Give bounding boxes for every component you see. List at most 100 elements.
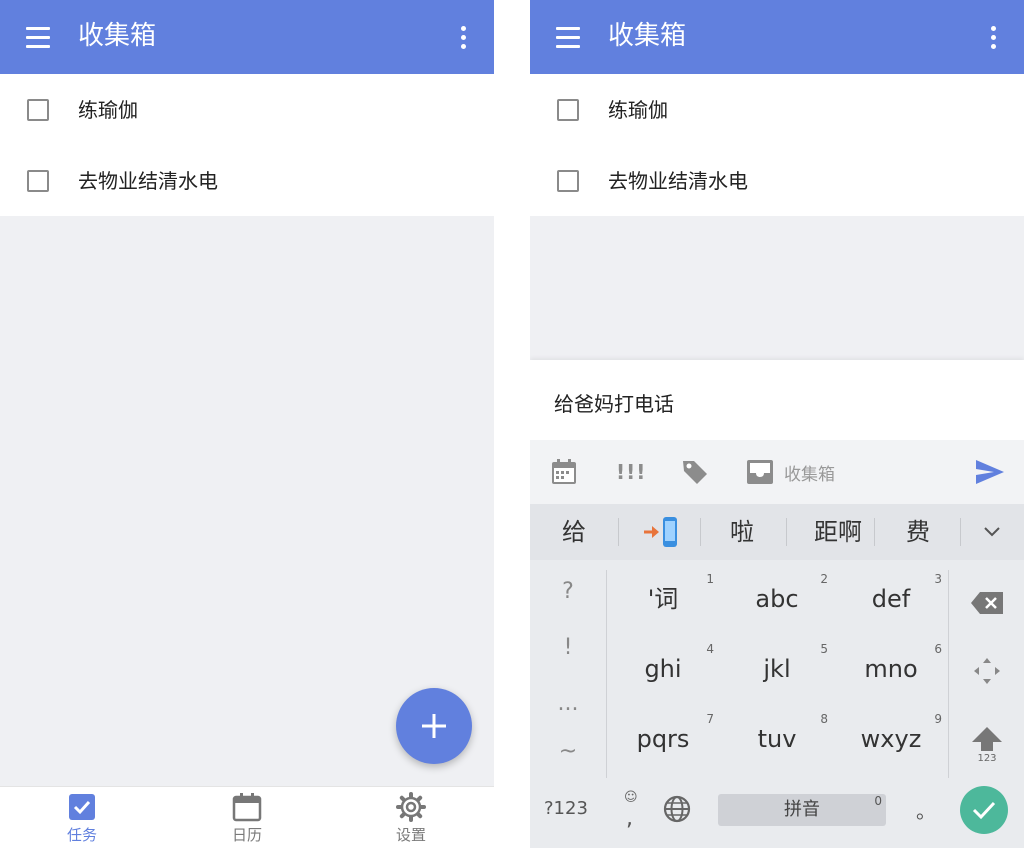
task-label: 练瑜伽 [78,98,138,122]
period-key[interactable]: 。 [914,794,938,828]
hamburger-menu-icon[interactable] [550,20,586,54]
keyboard-bottom-row: ?123 ☺ , 拼音 0 。 [530,780,1024,848]
task-row[interactable]: 去物业结清水电 [530,145,1024,216]
backspace-key[interactable] [950,570,1024,636]
key-number: 2 [820,572,828,586]
right-screen: 收集箱 练瑜伽 去物业结清水电 !!! [530,0,1024,848]
space-key[interactable]: 拼音 0 [718,794,886,826]
task-list: 练瑜伽 去物业结清水电 [0,74,494,216]
column-divider [948,570,949,778]
send-button[interactable] [974,456,1006,488]
confirm-key[interactable] [960,786,1008,834]
key-label: ghi [644,655,682,683]
shift-arrow-icon [972,727,1002,751]
key-label: '词 [647,585,679,613]
chevron-down-icon[interactable] [974,514,1010,550]
composer-toolbar: !!! 收集箱 [530,440,1024,504]
key-number: 5 [820,642,828,656]
key-label: abc [755,585,799,613]
globe-icon[interactable] [662,794,696,828]
shift-key[interactable]: 123 [950,712,1024,778]
nav-label: 任务 [66,826,97,844]
app-bar: 收集箱 [530,0,1024,74]
comma-label: , [626,806,633,831]
symbols-mode-key[interactable]: ?123 [544,798,588,819]
task-checkbox[interactable] [27,99,49,121]
key-number: 4 [706,642,714,656]
left-screen: 收集箱 练瑜伽 去物业结清水电 任务 日历 设置 [0,0,494,848]
key-3[interactable]: def 3 [836,568,946,632]
nav-item-calendar[interactable]: 日历 [187,791,307,847]
key-number: 7 [706,712,714,726]
key-number: 3 [934,572,942,586]
add-task-button[interactable] [396,688,472,764]
candidate-divider [700,518,701,546]
key-7[interactable]: pqrs 7 [608,708,718,772]
candidate-divider [960,518,961,546]
key-label: wxyz [860,725,922,753]
key-9[interactable]: wxyz 9 [836,708,946,772]
symbol-key[interactable]: ~ [530,726,606,778]
column-divider [606,570,607,778]
key-8[interactable]: tuv 8 [722,708,832,772]
key-2[interactable]: abc 2 [722,568,832,632]
symbol-key[interactable]: ... [530,678,606,730]
check-icon [972,801,996,820]
task-checkbox[interactable] [557,170,579,192]
nav-item-tasks[interactable]: 任务 [22,791,142,847]
task-label: 去物业结清水电 [78,169,218,193]
phone-arrow-icon [644,517,677,547]
space-number: 0 [874,794,882,808]
project-button[interactable]: 收集箱 [746,456,835,488]
task-row[interactable]: 练瑜伽 [530,74,1024,145]
nav-label: 设置 [395,826,426,844]
symbol-key[interactable]: ! [530,622,606,674]
hamburger-menu-icon[interactable] [20,20,56,54]
task-list: 练瑜伽 去物业结清水电 [530,74,1024,216]
shift-sub-label: 123 [977,753,997,764]
send-icon [976,460,1004,484]
candidate[interactable]: 距啊 [792,514,884,550]
more-vertical-icon[interactable] [446,20,480,54]
task-row[interactable]: 去物业结清水电 [0,145,494,216]
date-button[interactable] [550,456,578,488]
candidate[interactable]: 费 [886,514,950,550]
task-title-input[interactable] [554,384,994,420]
key-1[interactable]: '词 1 [608,568,718,632]
tag-icon [683,461,707,484]
candidate[interactable]: 给 [542,514,606,550]
priority-label: !!! [616,460,647,484]
task-checkbox[interactable] [557,99,579,121]
cursor-move-key[interactable] [950,638,1024,704]
candidate-divider [874,518,875,546]
key-label: pqrs [636,725,690,753]
emoji-comma-key[interactable]: ☺ , [616,790,644,836]
checkbox-icon [66,791,98,823]
key-5[interactable]: jkl 5 [722,638,832,702]
quick-add-composer: !!! 收集箱 [530,360,1024,504]
key-number: 9 [934,712,942,726]
candidate-bar: 给 啦 距啊 费 [530,504,1024,560]
key-number: 6 [934,642,942,656]
nav-label: 日历 [231,826,262,844]
key-number: 1 [706,572,714,586]
tag-button[interactable] [680,456,710,488]
task-label: 练瑜伽 [608,98,668,122]
key-label: def [871,585,911,613]
four-way-arrow-icon [974,658,1000,684]
key-4[interactable]: ghi 4 [608,638,718,702]
task-label: 去物业结清水电 [608,169,748,193]
task-checkbox[interactable] [27,170,49,192]
task-row[interactable]: 练瑜伽 [0,74,494,145]
symbol-column: ? ! ... ~ [530,560,606,780]
key-6[interactable]: mno 6 [836,638,946,702]
ime-keyboard: 给 啦 距啊 费 ? ! ... ~ '词 1 abc 2 def 3 ghi … [530,504,1024,848]
smiley-icon: ☺ [624,790,638,805]
candidate[interactable]: 啦 [710,514,774,550]
nav-item-settings[interactable]: 设置 [351,791,471,847]
priority-button[interactable]: !!! [616,456,646,488]
more-vertical-icon[interactable] [976,20,1010,54]
symbol-key[interactable]: ? [530,566,606,618]
page-title: 收集箱 [78,21,157,51]
phone-emoji-candidate[interactable] [632,514,692,550]
